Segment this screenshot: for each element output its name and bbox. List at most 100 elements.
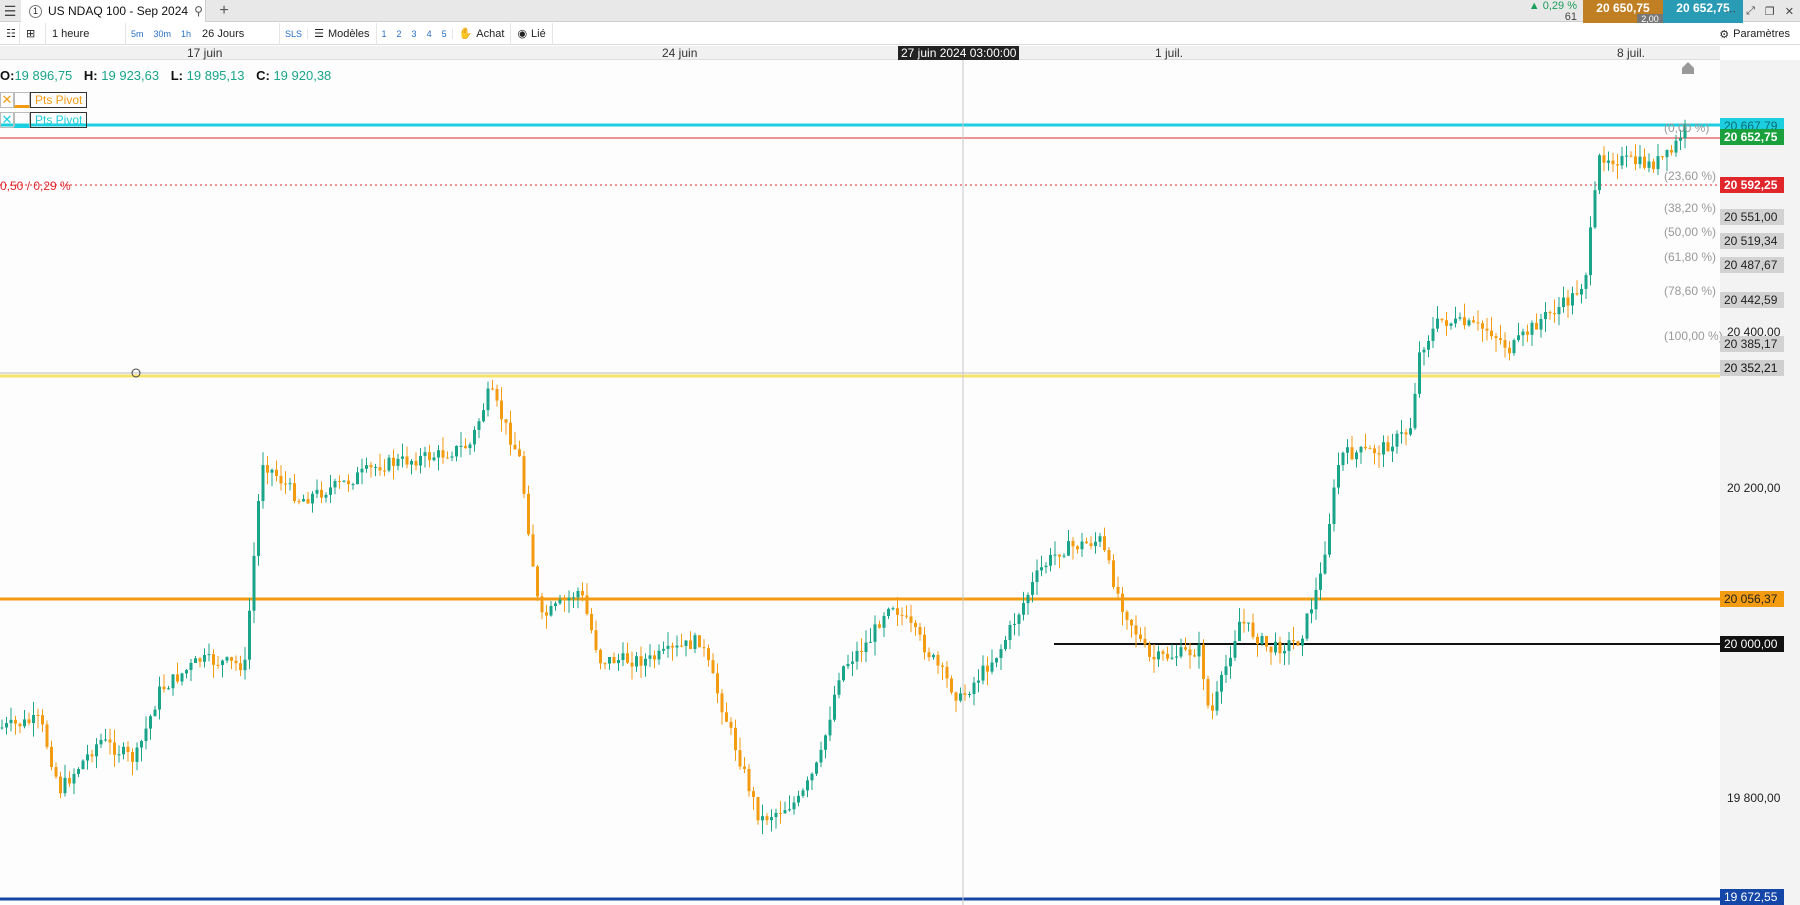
- close-icon[interactable]: ✕: [1785, 5, 1794, 18]
- candle-body: [1548, 312, 1552, 314]
- candle-body: [1008, 624, 1012, 640]
- list-icon[interactable]: ☷: [0, 22, 20, 45]
- candle-body: [833, 694, 836, 720]
- candle-body: [356, 472, 359, 485]
- pivot-indicator-orange[interactable]: ✕ Pts Pivot: [0, 92, 88, 108]
- candle-body: [131, 752, 134, 762]
- candle-body: [207, 654, 211, 656]
- candle-body: [891, 608, 895, 610]
- candle-body: [1521, 331, 1525, 336]
- candle-body: [248, 610, 251, 660]
- add-tab-button[interactable]: +: [215, 0, 233, 22]
- search-icon[interactable]: ⚲: [194, 4, 203, 18]
- candle-body: [1634, 156, 1637, 165]
- candle-body: [266, 465, 269, 473]
- candles-svg[interactable]: [0, 60, 1720, 905]
- candle-body: [734, 727, 737, 751]
- candle-body: [464, 445, 467, 449]
- interval-5m[interactable]: 5m: [126, 29, 149, 39]
- candle-body: [797, 795, 800, 803]
- interval-select[interactable]: 1 heure: [46, 22, 126, 45]
- linked-button[interactable]: ◉ Lié: [511, 22, 553, 45]
- layout-icon[interactable]: ⊞: [20, 22, 46, 45]
- candle-body: [14, 719, 17, 724]
- close-value: 19 920,38: [273, 68, 332, 83]
- candle-body: [0, 727, 4, 729]
- candle-body: [1485, 328, 1489, 331]
- candle-body: [509, 422, 512, 445]
- candle-body: [1242, 621, 1246, 624]
- candle-body: [1499, 338, 1502, 341]
- indicator-label[interactable]: Pts Pivot: [30, 92, 88, 108]
- candle-body: [144, 728, 148, 741]
- remove-icon[interactable]: ✕: [0, 92, 14, 108]
- layout-2[interactable]: 2: [392, 29, 407, 39]
- expand-icon[interactable]: ⤢: [1746, 5, 1755, 18]
- price-tag: 20 000,00: [1720, 636, 1784, 652]
- layout-5[interactable]: 5: [437, 28, 453, 39]
- candle-body: [549, 606, 553, 616]
- candle-body: [711, 660, 715, 674]
- chart-tab[interactable]: 1 US NDAQ 100 - Sep 2024 ⚲: [21, 0, 206, 22]
- candle-body: [1062, 555, 1066, 557]
- candle-body: [1427, 340, 1430, 350]
- candle-body: [1143, 638, 1147, 645]
- interval-1h[interactable]: 1h: [176, 29, 196, 39]
- candle-body: [590, 613, 593, 631]
- candle-body: [1161, 651, 1165, 654]
- candle-body: [779, 812, 782, 814]
- layout-4[interactable]: 4: [422, 29, 437, 39]
- candle-body: [63, 777, 67, 794]
- candle-body: [374, 467, 377, 469]
- candle-body: [455, 445, 458, 457]
- candle-body: [1220, 674, 1223, 692]
- color-swatch[interactable]: [14, 92, 30, 108]
- pivot-indicator-cyan[interactable]: ✕ Pts Pivot: [0, 112, 88, 128]
- candle-body: [194, 658, 197, 663]
- candle-body: [284, 483, 287, 485]
- candle-body: [1283, 650, 1286, 654]
- sls-button[interactable]: SLS: [280, 28, 309, 39]
- candle-body: [536, 566, 539, 597]
- candle-body: [828, 719, 832, 736]
- maximize-icon[interactable]: ❐: [1765, 5, 1775, 18]
- indicator-label[interactable]: Pts Pivot: [30, 112, 88, 128]
- models-button[interactable]: ☰ Modèles: [308, 22, 377, 45]
- menu-icon[interactable]: ☰: [0, 0, 20, 22]
- candle-body: [1044, 565, 1048, 568]
- candle-body: [837, 680, 841, 695]
- candle-body: [99, 739, 103, 745]
- layout-3[interactable]: 3: [407, 29, 422, 39]
- buy-order-button[interactable]: ✋ Achat: [453, 22, 512, 45]
- settings-icon[interactable]: ⋯: [1725, 5, 1736, 18]
- candle-body: [738, 750, 742, 767]
- candle-body: [1679, 138, 1682, 141]
- candle-body: [1319, 573, 1322, 590]
- candle-body: [1125, 611, 1129, 620]
- open-label: O:: [0, 68, 15, 83]
- candle-body: [293, 483, 296, 502]
- candle-body: [1188, 649, 1192, 656]
- remove-icon[interactable]: ✕: [0, 112, 14, 128]
- candle-body: [432, 457, 436, 461]
- candle-body: [1067, 541, 1070, 556]
- candle-body: [617, 659, 620, 664]
- settings-button[interactable]: ⚙ Paramètres: [1719, 23, 1790, 45]
- candle-body: [842, 666, 845, 681]
- price-chart[interactable]: [0, 60, 1720, 905]
- candle-body: [527, 493, 530, 535]
- layout-1[interactable]: 1: [377, 29, 392, 39]
- candle-body: [968, 694, 971, 696]
- period-select[interactable]: 26 Jours: [196, 22, 281, 45]
- candle-body: [419, 455, 422, 466]
- color-swatch[interactable]: [14, 112, 30, 128]
- candle-body: [1458, 317, 1462, 319]
- interval-30m[interactable]: 30m: [149, 29, 177, 39]
- candle-body: [365, 465, 368, 469]
- candle-body: [1544, 312, 1547, 320]
- candle-body: [369, 465, 373, 468]
- candle-body: [1620, 155, 1624, 166]
- candle-body: [1251, 622, 1255, 637]
- candle-body: [1472, 320, 1475, 323]
- candle-body: [1602, 155, 1606, 163]
